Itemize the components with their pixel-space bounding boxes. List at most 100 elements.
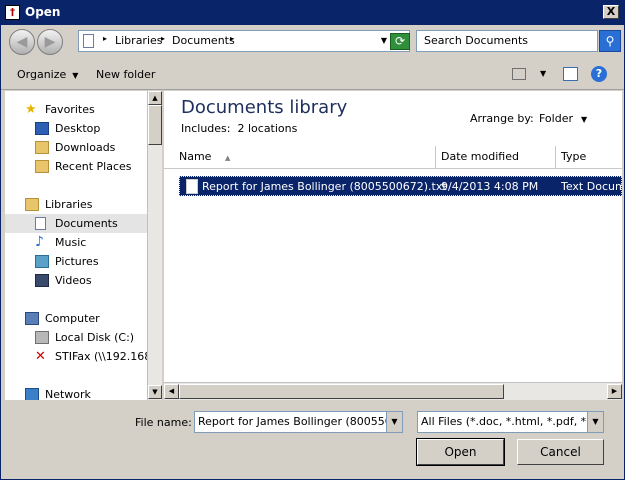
new-folder-button[interactable]: New folder: [96, 68, 155, 81]
scroll-left-button[interactable]: ◀: [164, 384, 179, 399]
preview-pane-icon[interactable]: [563, 67, 578, 81]
sort-ascending-icon: ▲: [224, 154, 231, 162]
file-type: Text Document: [561, 180, 622, 193]
nav-music[interactable]: ♪ Music: [5, 233, 147, 252]
nav-downloads[interactable]: Downloads: [5, 138, 147, 157]
nav-label: Documents: [55, 217, 118, 230]
nav-label: Libraries: [45, 198, 93, 211]
address-bar[interactable]: ▸ Libraries ▸ Documents ▸ ▼: [78, 30, 410, 52]
back-arrow-icon: ◀: [16, 34, 28, 50]
search-button[interactable]: ⚲: [599, 30, 621, 52]
chevron-down-icon[interactable]: ▼: [587, 412, 603, 432]
includes-label: Includes:: [181, 122, 231, 135]
back-button[interactable]: ◀: [9, 29, 35, 55]
nav-label: STIFax (\\192.168: [55, 350, 147, 363]
file-type-value: All Files (*.doc, *.html, *.pdf, *.rtf, …: [421, 415, 603, 428]
scroll-right-button[interactable]: ▶: [607, 384, 622, 399]
nav-videos[interactable]: Videos: [5, 271, 147, 290]
nav-desktop[interactable]: Desktop: [5, 119, 147, 138]
command-bar: Organize ▼ New folder ▼ ?: [1, 59, 624, 90]
column-label: Name: [179, 150, 212, 163]
view-options-dropdown-icon[interactable]: ▼: [540, 69, 546, 78]
open-dialog: † Open X ◀ ▶ ▸ Libraries ▸ Documents ▸ ▼…: [0, 0, 625, 480]
library-icon: [83, 34, 94, 48]
nav-label: Recent Places: [55, 160, 132, 173]
desktop-icon: [35, 122, 49, 135]
text-file-icon: [186, 179, 198, 194]
app-icon: †: [5, 5, 20, 20]
breadcrumb-libraries[interactable]: Libraries: [115, 34, 163, 47]
file-type-select[interactable]: All Files (*.doc, *.html, *.pdf, *.rtf, …: [417, 411, 604, 433]
libraries-icon: [25, 198, 39, 211]
scroll-up-button[interactable]: ▲: [148, 91, 162, 105]
file-date: 9/4/2013 4:08 PM: [441, 180, 539, 193]
file-name: Report for James Bollinger (8005500672).…: [202, 180, 447, 193]
documents-icon: [35, 217, 46, 230]
breadcrumb-documents[interactable]: Documents: [172, 34, 235, 47]
navigation-scrollbar[interactable]: ▲ ▼: [147, 91, 162, 400]
refresh-button[interactable]: ⟳: [390, 33, 410, 50]
arrange-by-dropdown[interactable]: Folder ▼: [539, 112, 587, 125]
scroll-down-button[interactable]: ▼: [148, 385, 162, 399]
network-icon: [25, 388, 39, 400]
nav-label: Videos: [55, 274, 92, 287]
breadcrumb-arrow-icon[interactable]: ▸: [230, 34, 234, 43]
column-header-name[interactable]: Name ▲: [164, 146, 436, 168]
videos-icon: [35, 274, 49, 287]
column-header-date-modified[interactable]: Date modified: [436, 146, 556, 168]
breadcrumb-arrow-icon[interactable]: ▸: [161, 34, 165, 43]
cancel-button[interactable]: Cancel: [517, 439, 604, 465]
address-history-dropdown-icon[interactable]: ▼: [381, 36, 387, 45]
organize-label: Organize: [17, 68, 67, 81]
nav-label: Music: [55, 236, 87, 249]
breadcrumb-arrow-icon[interactable]: ▸: [103, 34, 107, 43]
address-row: ◀ ▶ ▸ Libraries ▸ Documents ▸ ▼ ⟳ Search…: [1, 25, 624, 59]
includes-locations-link[interactable]: 2 locations: [237, 122, 297, 135]
chevron-down-icon: ▼: [581, 115, 588, 124]
nav-favorites[interactable]: ★ Favorites: [5, 100, 147, 119]
nav-local-disk[interactable]: Local Disk (C:): [5, 328, 147, 347]
nav-recent-places[interactable]: Recent Places: [5, 157, 147, 176]
library-title: Documents library: [181, 97, 348, 118]
nav-computer[interactable]: Computer: [5, 309, 147, 328]
nav-network[interactable]: Network: [5, 385, 147, 400]
close-button[interactable]: X: [603, 5, 619, 19]
file-row[interactable]: Report for James Bollinger (8005500672).…: [179, 176, 622, 196]
downloads-folder-icon: [35, 141, 49, 154]
column-header-type[interactable]: Type: [556, 146, 622, 168]
nav-pictures[interactable]: Pictures: [5, 252, 147, 271]
file-name-label: File name:: [135, 416, 192, 429]
open-button[interactable]: Open: [416, 438, 505, 466]
horizontal-scrollbar[interactable]: ◀ ▶: [164, 382, 622, 400]
nav-label: Local Disk (C:): [55, 331, 135, 344]
nav-label: Desktop: [55, 122, 101, 135]
nav-label: Pictures: [55, 255, 99, 268]
nav-label: Favorites: [45, 103, 95, 116]
disconnected-drive-icon: ✕: [35, 349, 46, 364]
arrange-by-value: Folder: [539, 112, 573, 125]
computer-icon: [25, 312, 39, 325]
change-view-icon[interactable]: [512, 68, 526, 80]
nav-label: Network: [45, 388, 91, 400]
forward-button[interactable]: ▶: [37, 29, 63, 55]
search-input[interactable]: Search Documents: [416, 30, 598, 52]
organize-button[interactable]: Organize ▼: [17, 68, 78, 81]
nav-label: Downloads: [55, 141, 116, 154]
library-includes: Includes: 2 locations: [181, 122, 297, 135]
help-icon[interactable]: ?: [591, 66, 607, 82]
title-bar[interactable]: † Open X: [1, 1, 624, 25]
nav-libraries[interactable]: Libraries: [5, 195, 147, 214]
recent-places-icon: [35, 160, 49, 173]
nav-documents[interactable]: Documents: [5, 214, 147, 233]
pictures-icon: [35, 255, 49, 268]
header-divider: [164, 168, 622, 169]
chevron-down-icon: ▼: [72, 71, 79, 80]
arrange-by-label: Arrange by:: [470, 112, 534, 125]
star-icon: ★: [25, 102, 37, 117]
chevron-down-icon[interactable]: ▼: [386, 412, 402, 432]
nav-stifax[interactable]: ✕ STIFax (\\192.168: [5, 347, 147, 366]
scroll-thumb[interactable]: [179, 384, 504, 399]
scroll-thumb[interactable]: [148, 105, 162, 145]
music-icon: ♪: [35, 234, 44, 250]
file-name-input[interactable]: Report for James Bollinger (8005500672).…: [194, 411, 403, 433]
